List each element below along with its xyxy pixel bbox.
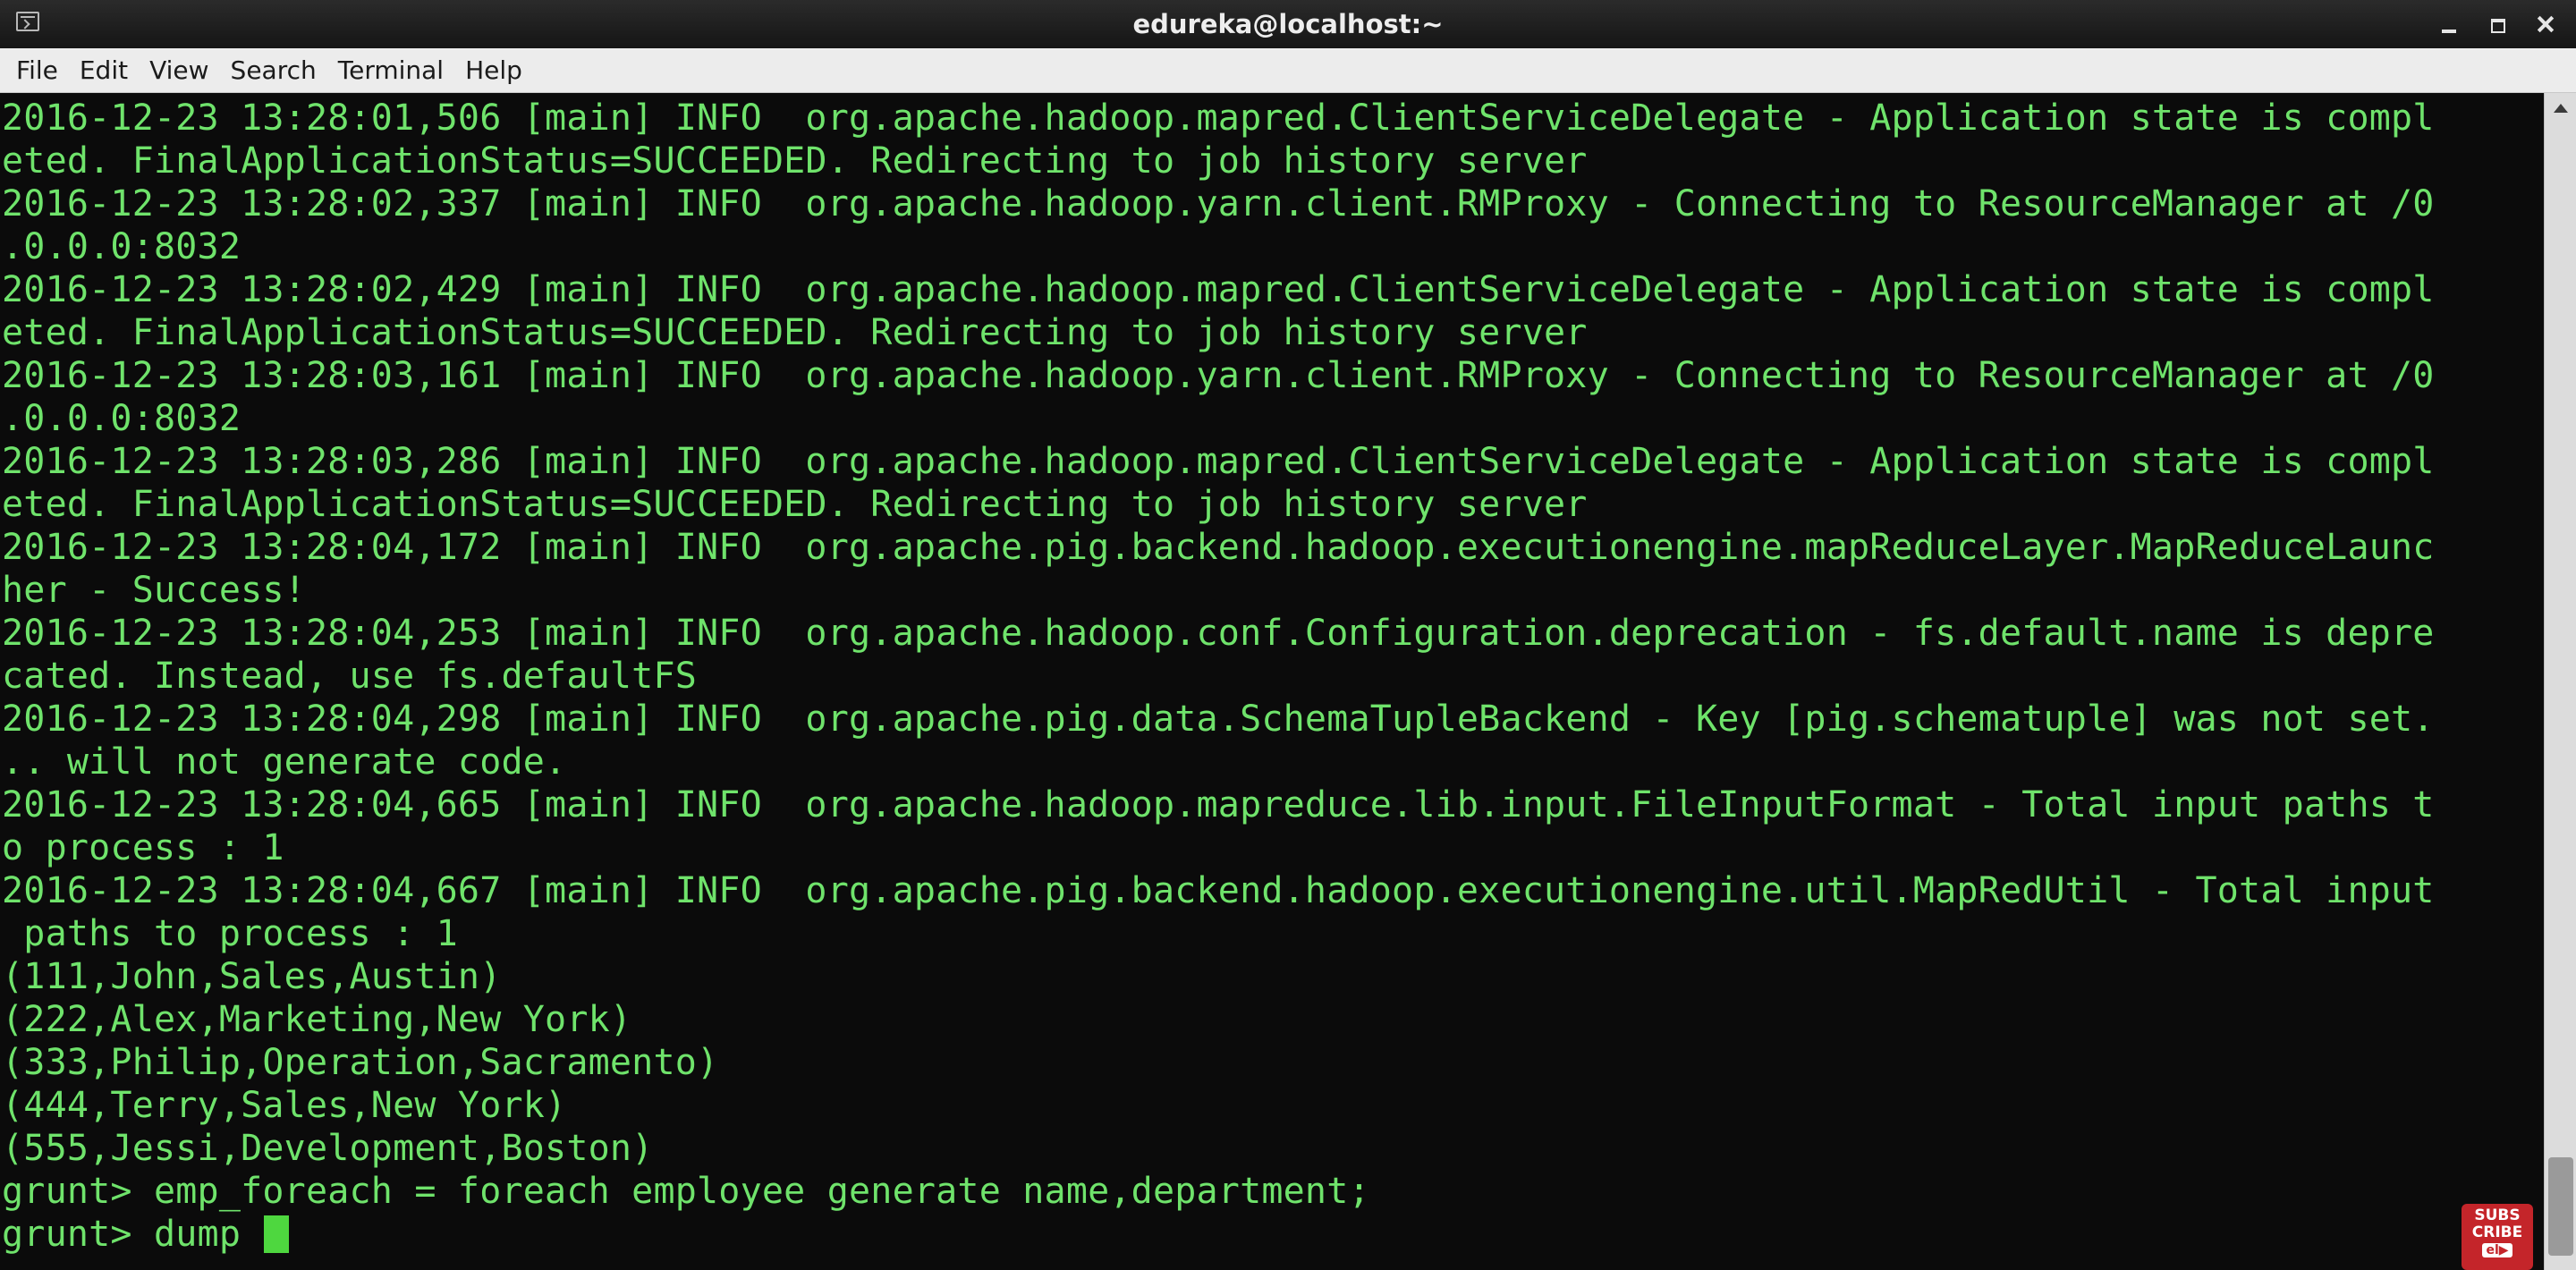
menu-bar: File Edit View Search Terminal Help (0, 48, 2576, 93)
scrollbar[interactable] (2544, 93, 2576, 1270)
menu-file[interactable]: File (5, 48, 69, 93)
scroll-up-arrow-icon[interactable] (2545, 93, 2576, 123)
command-line: grunt> emp_foreach = foreach employee ge… (2, 1171, 1370, 1212)
terminal-line: 2016-12-23 13:28:04,172 [main] INFO org.… (2, 527, 2435, 568)
scroll-track[interactable] (2548, 125, 2573, 1234)
terminal-line: eted. FinalApplicationStatus=SUCCEEDED. … (2, 312, 1588, 353)
terminal-line: eted. FinalApplicationStatus=SUCCEEDED. … (2, 484, 1588, 525)
result-row: (444,Terry,Sales,New York) (2, 1085, 567, 1126)
terminal-line: 2016-12-23 13:28:01,506 [main] INFO org.… (2, 97, 2435, 139)
terminal-line: 2016-12-23 13:28:04,253 [main] INFO org.… (2, 613, 2435, 654)
subscribe-badge[interactable]: SUBS CRIBE el▶ (2462, 1204, 2533, 1270)
terminal-line: 2016-12-23 13:28:04,665 [main] INFO org.… (2, 784, 2435, 826)
menu-help[interactable]: Help (454, 48, 533, 93)
subscribe-text-line1: SUBS (2474, 1206, 2521, 1224)
window-controls (2438, 0, 2556, 48)
menu-view[interactable]: View (139, 48, 219, 93)
terminal-line: her - Success! (2, 570, 306, 611)
window-title: edureka@localhost:~ (1132, 9, 1444, 39)
close-icon[interactable] (2535, 13, 2556, 35)
menu-terminal[interactable]: Terminal (327, 48, 454, 93)
terminal-line: 2016-12-23 13:28:02,429 [main] INFO org.… (2, 269, 2435, 310)
terminal-line: 2016-12-23 13:28:04,298 [main] INFO org.… (2, 698, 2435, 740)
result-row: (222,Alex,Marketing,New York) (2, 999, 632, 1040)
terminal-line: o process : 1 (2, 827, 284, 868)
text-cursor (264, 1215, 290, 1253)
terminal-line: 2016-12-23 13:28:02,337 [main] INFO org.… (2, 183, 2435, 224)
terminal-line: .0.0.0:8032 (2, 398, 242, 439)
terminal-line: 2016-12-23 13:28:04,667 [main] INFO org.… (2, 870, 2435, 911)
terminal-line: .0.0.0:8032 (2, 226, 242, 267)
terminal-line: cated. Instead, use fs.defaultFS (2, 656, 698, 697)
result-row: (111,John,Sales,Austin) (2, 956, 502, 997)
terminal-line: .. will not generate code. (2, 741, 567, 783)
result-row: (333,Philip,Operation,Sacramento) (2, 1042, 719, 1083)
result-row: (555,Jessi,Development,Boston) (2, 1128, 654, 1169)
terminal-output[interactable]: 2016-12-23 13:28:01,506 [main] INFO org.… (0, 93, 2544, 1270)
terminal-line: paths to process : 1 (2, 913, 458, 954)
title-bar[interactable]: edureka@localhost:~ (0, 0, 2576, 49)
scroll-thumb[interactable] (2548, 1157, 2573, 1256)
prompt-line[interactable]: grunt> dump (2, 1213, 290, 1256)
play-logo-icon: el▶ (2482, 1243, 2512, 1257)
prompt-text: grunt> dump (2, 1214, 263, 1255)
terminal-line: 2016-12-23 13:28:03,161 [main] INFO org.… (2, 355, 2435, 396)
minimize-icon[interactable] (2438, 13, 2460, 35)
menu-edit[interactable]: Edit (69, 48, 139, 93)
terminal-line: 2016-12-23 13:28:03,286 [main] INFO org.… (2, 441, 2435, 482)
menu-search[interactable]: Search (220, 48, 327, 93)
subscribe-text-line2: CRIBE (2471, 1223, 2523, 1241)
maximize-icon[interactable] (2487, 13, 2508, 35)
terminal-line: eted. FinalApplicationStatus=SUCCEEDED. … (2, 140, 1588, 182)
